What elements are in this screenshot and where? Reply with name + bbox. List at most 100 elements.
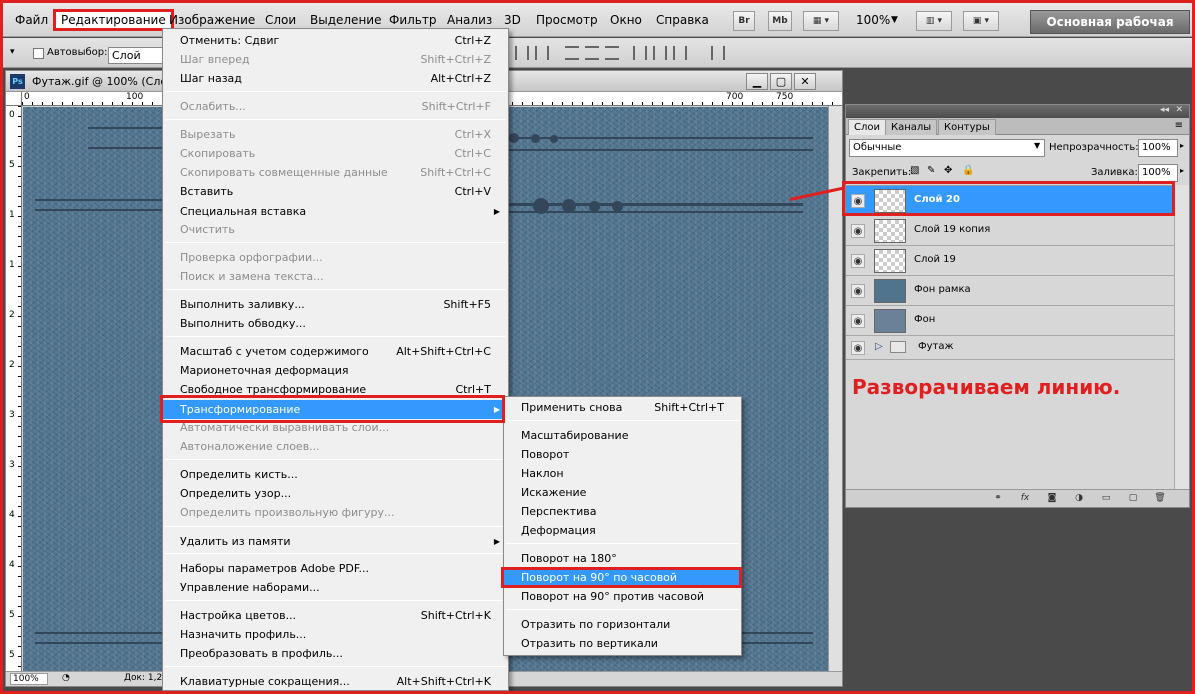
- menu-item[interactable]: Свободное трансформирование Ctrl+T: [163, 380, 508, 399]
- menu-item[interactable]: Определить кисть...: [163, 465, 508, 484]
- adjustment-icon[interactable]: ◑: [1073, 493, 1085, 504]
- layer-group-row[interactable]: ◉ ▷ Футаж: [846, 336, 1174, 360]
- menu-view[interactable]: Просмотр: [536, 13, 598, 27]
- distribute-icon[interactable]: [673, 46, 687, 60]
- folder-icon[interactable]: ▭: [1100, 493, 1112, 504]
- layer-row[interactable]: ◉ Фон рамка: [846, 276, 1174, 306]
- menu-item[interactable]: Шаг назад Alt+Ctrl+Z: [163, 69, 508, 88]
- tab-paths[interactable]: Контуры: [938, 119, 996, 135]
- menu-item[interactable]: Применить снова Shift+Ctrl+T: [504, 398, 741, 417]
- menu-item[interactable]: Вставить Ctrl+V: [163, 182, 508, 201]
- menu-help[interactable]: Справка: [656, 13, 709, 27]
- ruler-corner[interactable]: [6, 92, 22, 106]
- menu-item[interactable]: Отразить по вертикали: [504, 634, 741, 653]
- menu-3d[interactable]: 3D: [504, 13, 521, 27]
- panel-menu-icon[interactable]: ≡: [1175, 120, 1183, 131]
- layer-row[interactable]: ◉ Слой 20: [846, 186, 1174, 216]
- fx-icon[interactable]: fx: [1019, 493, 1031, 504]
- menu-item[interactable]: Назначить профиль...: [163, 625, 508, 644]
- tool-preset-icon[interactable]: ▾: [10, 47, 15, 57]
- close-icon[interactable]: ✕: [1175, 105, 1183, 115]
- arrange-documents-button[interactable]: ▥ ▾: [916, 11, 952, 31]
- menu-item[interactable]: Искажение: [504, 483, 741, 502]
- menu-item[interactable]: Масштабирование: [504, 426, 741, 445]
- distribute-icon[interactable]: [565, 46, 579, 60]
- menu-item[interactable]: Поворот: [504, 445, 741, 464]
- zoom-field[interactable]: 100%: [10, 673, 48, 685]
- menu-layers[interactable]: Слои: [265, 13, 296, 27]
- close-button[interactable]: ✕: [794, 73, 816, 90]
- menu-item[interactable]: Выполнить обводку...: [163, 314, 508, 333]
- distribute-icon[interactable]: [633, 46, 647, 60]
- menu-item[interactable]: Отменить: Сдвиг Ctrl+Z: [163, 31, 508, 50]
- menu-item[interactable]: Перспектива: [504, 502, 741, 521]
- zoom-level[interactable]: 100%: [856, 13, 890, 27]
- chevron-right-icon[interactable]: ▸: [1180, 166, 1184, 175]
- layer-row[interactable]: ◉ Слой 19: [846, 246, 1174, 276]
- distribute-icon[interactable]: [605, 46, 619, 60]
- menu-item[interactable]: Выполнить заливку... Shift+F5: [163, 295, 508, 314]
- menu-item[interactable]: Автоматически выравнивать слои...: [163, 418, 508, 437]
- menu-item[interactable]: Настройка цветов... Shift+Ctrl+K: [163, 606, 508, 625]
- menu-edit[interactable]: Редактирование: [53, 9, 174, 31]
- menu-item[interactable]: Деформация: [504, 521, 741, 540]
- trash-icon[interactable]: 🗑: [1154, 493, 1166, 504]
- autoselect-checkbox[interactable]: [33, 48, 44, 59]
- link-layers-icon[interactable]: ⚭: [992, 493, 1004, 504]
- menu-item[interactable]: Очистить: [163, 220, 508, 239]
- distribute-icon[interactable]: [585, 46, 599, 60]
- menu-item[interactable]: Удалить из памяти ▶: [163, 532, 508, 551]
- menu-window[interactable]: Окно: [610, 13, 642, 27]
- blend-mode-select[interactable]: Обычные: [849, 139, 1045, 157]
- workspace-button[interactable]: Основная рабочая среда: [1030, 10, 1190, 51]
- distribute-icon[interactable]: [653, 46, 667, 60]
- autoselect-select[interactable]: Слой: [108, 47, 166, 64]
- menu-image[interactable]: Изображение: [169, 13, 255, 27]
- align-icon[interactable]: [515, 46, 529, 60]
- menu-item[interactable]: Автоналожение слоев...: [163, 437, 508, 456]
- eye-icon[interactable]: ◉: [851, 314, 865, 328]
- menu-item[interactable]: Шаг вперед Shift+Ctrl+Z: [163, 50, 508, 69]
- panel-header[interactable]: ◂◂ ✕: [846, 105, 1189, 118]
- menu-file[interactable]: Файл: [15, 13, 48, 27]
- lock-position-icon[interactable]: ✥: [944, 165, 952, 176]
- view-extras-button[interactable]: ▦ ▾: [803, 11, 839, 31]
- lock-all-icon[interactable]: 🔒: [962, 165, 974, 176]
- eye-icon[interactable]: ◉: [851, 341, 865, 355]
- menu-item[interactable]: Наборы параметров Adobe PDF...: [163, 559, 508, 578]
- eye-icon[interactable]: ◉: [851, 224, 865, 238]
- mask-icon[interactable]: ◙: [1046, 493, 1058, 504]
- menu-item[interactable]: Марионеточная деформация: [163, 361, 508, 380]
- chevron-down-icon[interactable]: ▼: [1034, 141, 1040, 150]
- menu-item[interactable]: Управление наборами...: [163, 578, 508, 597]
- maximize-button[interactable]: ▢: [770, 73, 792, 90]
- layer-row[interactable]: ◉ Слой 19 копия: [846, 216, 1174, 246]
- vertical-ruler[interactable]: 0 5 1 1 2 2 3 3 4 4 5 5: [6, 106, 22, 673]
- menu-item[interactable]: Масштаб с учетом содержимого Alt+Shift+Ct…: [163, 342, 508, 361]
- menu-item[interactable]: Скопировать Ctrl+C: [163, 144, 508, 163]
- menu-item[interactable]: Трансформирование ▶: [163, 400, 508, 419]
- fill-input[interactable]: 100%: [1138, 164, 1178, 182]
- expand-arrow-icon[interactable]: ▷: [875, 341, 883, 352]
- tab-layers[interactable]: Слои: [848, 119, 886, 135]
- menu-select[interactable]: Выделение: [310, 13, 381, 27]
- minimize-button[interactable]: ▁: [746, 73, 768, 90]
- menu-filter[interactable]: Фильтр: [389, 13, 436, 27]
- menu-item[interactable]: Преобразовать в профиль...: [163, 644, 508, 663]
- auto-align-icon[interactable]: [711, 46, 725, 60]
- minibridge-button[interactable]: Mb: [768, 11, 792, 31]
- menu-item[interactable]: Клавиатурные сокращения... Alt+Shift+Ctrl…: [163, 672, 508, 691]
- screen-mode-button[interactable]: ▣ ▾: [963, 11, 999, 31]
- tab-channels[interactable]: Каналы: [885, 119, 938, 135]
- chevron-down-icon[interactable]: ▼: [891, 15, 898, 25]
- menu-item[interactable]: Поворот на 180°: [504, 549, 741, 568]
- eye-icon[interactable]: ◉: [851, 284, 865, 298]
- collapse-icon[interactable]: ◂◂: [1160, 105, 1169, 115]
- eye-icon[interactable]: ◉: [851, 254, 865, 268]
- menu-item[interactable]: Скопировать совмещенные данные Shift+Ctrl…: [163, 163, 508, 182]
- menu-item[interactable]: Поворот на 90° по часовой: [504, 568, 741, 587]
- menu-item[interactable]: Наклон: [504, 464, 741, 483]
- align-icon[interactable]: [535, 46, 549, 60]
- eye-icon[interactable]: ◉: [851, 194, 865, 208]
- lock-pixels-icon[interactable]: ✎: [927, 165, 935, 176]
